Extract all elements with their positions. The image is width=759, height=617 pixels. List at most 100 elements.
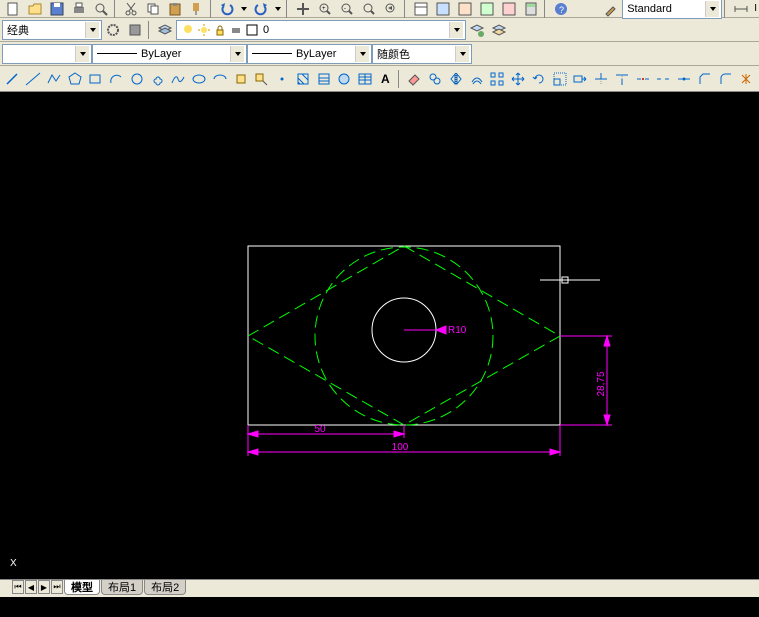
svg-text:A: A [381, 72, 390, 86]
save-icon[interactable] [47, 0, 67, 18]
workspace-dropdown[interactable]: 经典 [2, 20, 102, 40]
rect-icon[interactable] [86, 70, 105, 88]
dc-icon[interactable] [433, 0, 453, 18]
open-icon[interactable] [25, 0, 45, 18]
ellipsearc-icon[interactable] [211, 70, 230, 88]
lineweight-dropdown[interactable]: ByLayer [247, 44, 372, 64]
polygon-icon[interactable] [65, 70, 84, 88]
gradient-icon[interactable] [314, 70, 333, 88]
stretch-icon[interactable] [571, 70, 590, 88]
tp-icon[interactable] [455, 0, 475, 18]
tab-layout2[interactable]: 布局2 [144, 580, 186, 595]
pline-icon[interactable] [45, 70, 64, 88]
circle-icon[interactable] [128, 70, 147, 88]
crosshair-cursor [540, 277, 600, 283]
fillet-icon[interactable] [716, 70, 735, 88]
paste-icon[interactable] [165, 0, 185, 18]
chamfer-icon[interactable] [696, 70, 715, 88]
tab-nav-next[interactable]: ▶ [38, 580, 50, 594]
array-icon[interactable] [488, 70, 507, 88]
new-icon[interactable] [3, 0, 23, 18]
plot-icon [229, 23, 243, 37]
command-line-area[interactable] [0, 597, 759, 617]
hatch-icon[interactable] [294, 70, 313, 88]
xline-icon[interactable] [24, 70, 43, 88]
explode-icon[interactable] [737, 70, 756, 88]
spline-icon[interactable] [169, 70, 188, 88]
print-icon[interactable] [69, 0, 89, 18]
match-icon[interactable] [187, 0, 207, 18]
mtext-icon[interactable]: A [377, 70, 396, 88]
mirror-icon[interactable] [447, 70, 466, 88]
tab-nav-prev[interactable]: ◀ [25, 580, 37, 594]
plotstyle-dropdown[interactable]: 随颜色 [372, 44, 472, 64]
zoom-rt-icon[interactable]: + [315, 0, 335, 18]
zoom-win-icon[interactable]: - [337, 0, 357, 18]
preview-icon[interactable] [91, 0, 111, 18]
rotate-icon[interactable] [530, 70, 549, 88]
layer-dropdown[interactable]: 0 [176, 20, 466, 40]
cut-icon[interactable] [121, 0, 141, 18]
help-icon[interactable]: ? [551, 0, 571, 18]
zoom-icon[interactable] [359, 0, 379, 18]
revcloud-icon[interactable] [148, 70, 167, 88]
props-icon[interactable] [411, 0, 431, 18]
ws-settings-icon[interactable] [103, 21, 123, 39]
brush-icon[interactable] [601, 0, 621, 18]
color-dropdown[interactable] [2, 44, 92, 64]
linetype-value: ByLayer [141, 48, 181, 60]
lineweight-value: ByLayer [296, 48, 336, 60]
layer-props-icon[interactable] [155, 21, 175, 39]
region-icon[interactable] [335, 70, 354, 88]
tab-nav-last[interactable]: ⏭ [51, 580, 63, 594]
tab-nav-first[interactable]: ⏮ [12, 580, 24, 594]
ltype-swatch-icon [97, 53, 137, 54]
bulb-on-icon [181, 23, 195, 37]
text-style-dropdown[interactable]: Standard [622, 0, 722, 19]
point-icon[interactable] [273, 70, 292, 88]
dd-undo-icon[interactable] [239, 0, 249, 18]
tab-layout1[interactable]: 布局1 [101, 580, 143, 595]
dim-r10: R10 [448, 325, 467, 336]
lw-swatch-icon [252, 53, 292, 54]
layer-state-icon[interactable] [467, 21, 487, 39]
copy-obj-icon[interactable] [426, 70, 445, 88]
layer-prev-icon[interactable] [489, 21, 509, 39]
make-block-icon[interactable] [252, 70, 271, 88]
copy-icon[interactable] [143, 0, 163, 18]
dd-redo-icon[interactable] [273, 0, 283, 18]
calc-icon[interactable] [521, 0, 541, 18]
break-icon[interactable] [654, 70, 673, 88]
redo-icon[interactable] [251, 0, 271, 18]
scale-icon[interactable] [550, 70, 569, 88]
drawing-canvas[interactable]: R10 50 100 28,75 [0, 92, 759, 579]
table-icon[interactable] [356, 70, 375, 88]
block-insert-icon[interactable] [231, 70, 250, 88]
arc-icon[interactable] [107, 70, 126, 88]
trim-icon[interactable] [592, 70, 611, 88]
zoom-prev-icon[interactable] [381, 0, 401, 18]
tab-model[interactable]: 模型 [64, 580, 100, 595]
join-icon[interactable] [675, 70, 694, 88]
mkp-icon[interactable] [499, 0, 519, 18]
ssm-icon[interactable] [477, 0, 497, 18]
ellipse-icon[interactable] [190, 70, 209, 88]
undo-icon[interactable] [217, 0, 237, 18]
ws-save-icon[interactable] [125, 21, 145, 39]
workspace-name: 经典 [7, 22, 29, 38]
sun-icon [197, 23, 211, 37]
break-pt-icon[interactable] [633, 70, 652, 88]
lock-icon [213, 23, 227, 37]
offset-icon[interactable] [467, 70, 486, 88]
erase-icon[interactable] [405, 70, 424, 88]
dim-100: 100 [392, 442, 409, 453]
layer-name: 0 [263, 24, 269, 36]
pan-icon[interactable] [293, 0, 313, 18]
dim-style-icon[interactable] [731, 0, 751, 18]
draw-modify-toolbar: A [0, 66, 759, 92]
line-icon[interactable] [3, 70, 22, 88]
move-icon[interactable] [509, 70, 528, 88]
linetype-dropdown[interactable]: ByLayer [92, 44, 247, 64]
extend-icon[interactable] [613, 70, 632, 88]
iso-label: I [754, 3, 757, 14]
